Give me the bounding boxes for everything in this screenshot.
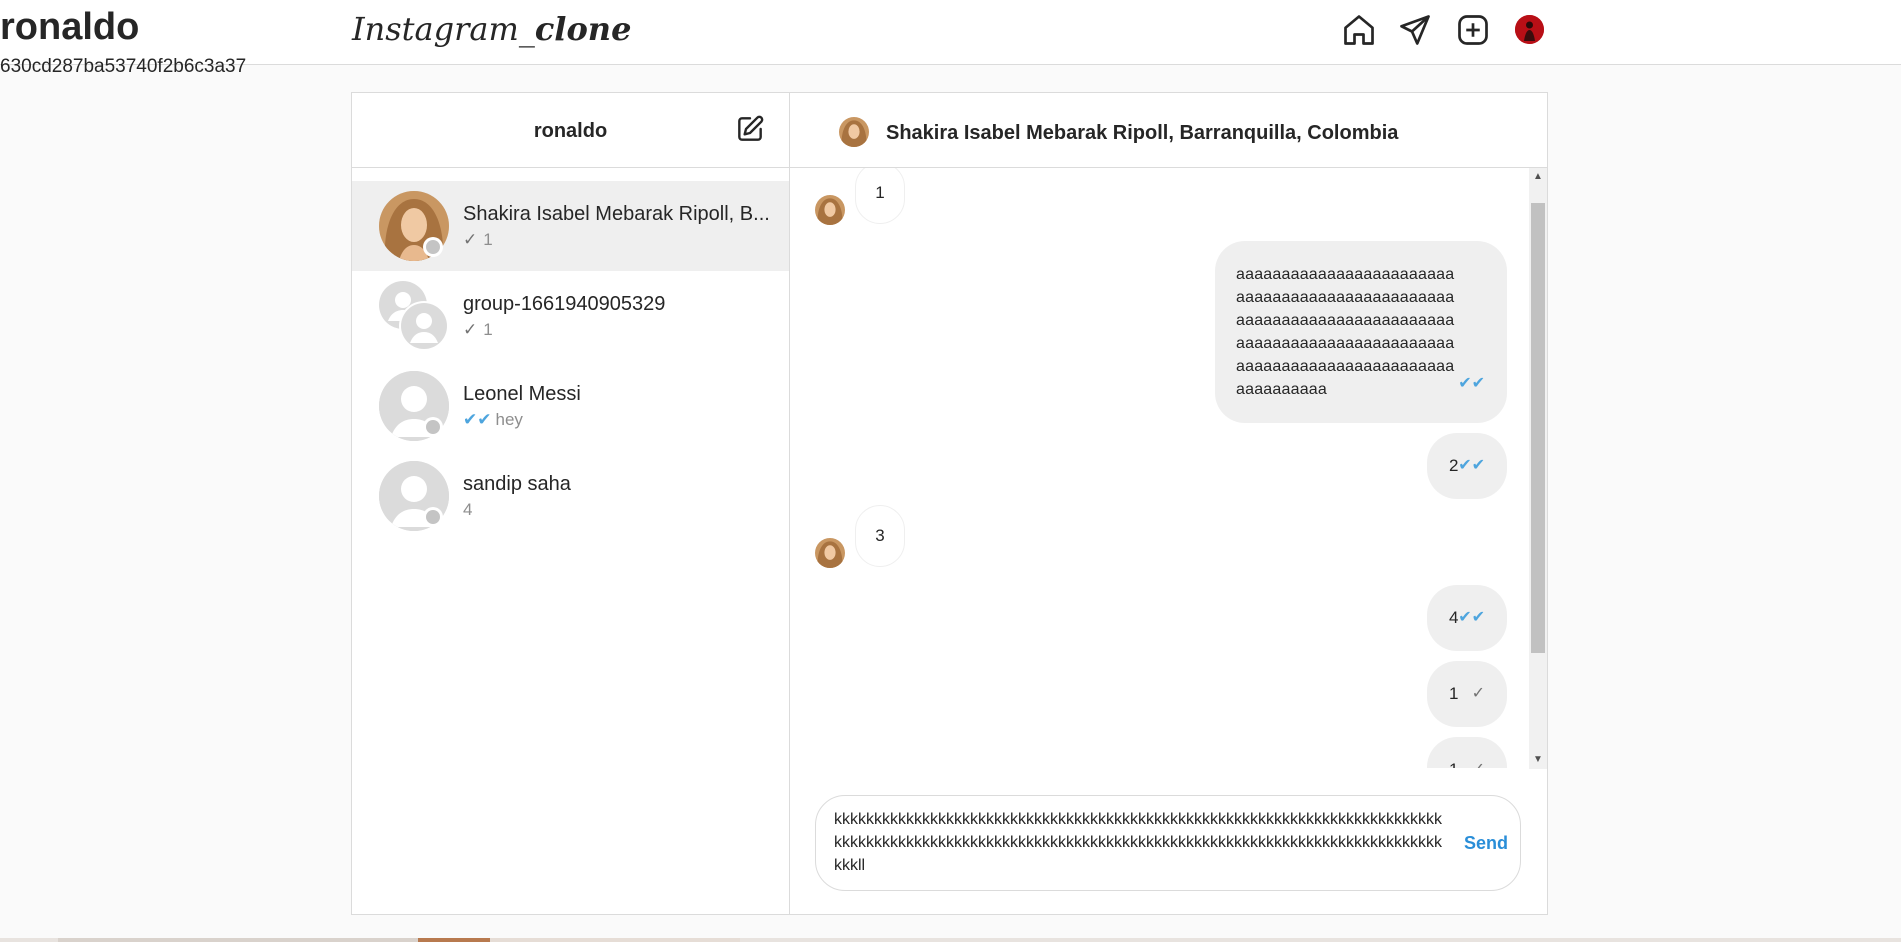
conversation-item-group[interactable]: group-1661940905329 ✓ 1	[352, 271, 789, 361]
inbox-title: ronaldo	[533, 120, 608, 142]
logo-main-text: Instagram	[352, 10, 519, 48]
message-input[interactable]: kkkkkkkkkkkkkkkkkkkkkkkkkkkkkkkkkkkkkkkk…	[834, 808, 1446, 880]
send-icon[interactable]	[1397, 12, 1433, 48]
app-logo[interactable]: Instagram_clone	[352, 8, 631, 50]
message-text: 1	[1449, 684, 1459, 703]
incoming-message[interactable]: 3	[855, 505, 905, 567]
read-check-icon: ✔✔	[463, 410, 492, 429]
sent-check-icon: ✓	[1471, 685, 1485, 702]
bottom-edge-strip	[0, 938, 1901, 942]
sent-check-icon: ✓	[1472, 737, 1485, 768]
scroll-up-arrow-icon[interactable]: ▲	[1529, 168, 1547, 186]
top-navigation-bar: ronaldo Instagram_clone	[0, 0, 1901, 65]
sender-avatar	[815, 195, 845, 225]
message-text: 4	[1449, 608, 1459, 627]
conversation-item-sandip[interactable]: sandip saha 4	[352, 451, 789, 541]
group-avatar	[379, 281, 449, 351]
outgoing-message[interactable]: 1 ✓	[1427, 737, 1507, 768]
logo-suffix-text: clone	[534, 10, 632, 48]
conversation-preview: 4	[463, 500, 473, 519]
edit-icon[interactable]	[734, 113, 766, 145]
message-text: 1	[1449, 760, 1458, 768]
sent-check-icon: ✓	[463, 230, 478, 249]
message-list: 1 aaaaaaaaaaaaaaaaaaaaaaaaaaaaaaaaaaaaaa…	[790, 168, 1529, 768]
add-post-icon[interactable]	[1455, 12, 1491, 48]
conversation-name: Leonel Messi	[463, 383, 581, 405]
message-list-scrollbar[interactable]: ▲ ▼	[1529, 168, 1547, 769]
current-user-id: 630cd287ba53740f2b6c3a37	[0, 56, 247, 77]
conversation-item-messi[interactable]: Leonel Messi ✔✔ hey	[352, 361, 789, 451]
sender-avatar	[815, 538, 845, 568]
conversation-preview: ✔✔ hey	[463, 410, 523, 429]
conversation-preview: ✓ 1	[463, 320, 493, 339]
message-text: aaaaaaaaaaaaaaaaaaaaaaaaaaaaaaaaaaaaaaaa…	[1236, 266, 1455, 398]
current-user-name: ronaldo	[0, 6, 140, 48]
conversation-name: group-1661940905329	[463, 293, 666, 315]
outgoing-message[interactable]: 2 ✔✔	[1427, 433, 1507, 499]
conversation-preview: ✓ 1	[463, 230, 493, 249]
conversation-item-shakira[interactable]: Shakira Isabel Mebarak Ripoll, B... ✓ 1	[352, 181, 789, 271]
home-icon[interactable]	[1341, 12, 1377, 48]
inbox-header: ronaldo	[352, 93, 789, 168]
read-check-icon: ✔✔	[1458, 609, 1485, 626]
conversation-name: Shakira Isabel Mebarak Ripoll, B...	[463, 203, 770, 225]
chat-avatar[interactable]	[839, 117, 869, 147]
online-status-indicator	[423, 417, 443, 437]
direct-messages-container: ronaldo Shakira Isabel Mebarak Ripoll, B…	[351, 92, 1548, 915]
chat-title[interactable]: Shakira Isabel Mebarak Ripoll, Barranqui…	[886, 121, 1398, 145]
scroll-down-arrow-icon[interactable]: ▼	[1529, 751, 1547, 769]
outgoing-message[interactable]: 4 ✔✔	[1427, 585, 1507, 651]
send-button[interactable]: Send	[1464, 832, 1508, 854]
online-status-indicator	[423, 507, 443, 527]
incoming-message[interactable]: 1	[855, 168, 905, 224]
online-status-indicator	[423, 237, 443, 257]
sent-check-icon: ✓	[463, 320, 478, 339]
conversation-list-panel: ronaldo Shakira Isabel Mebarak Ripoll, B…	[352, 93, 790, 914]
outgoing-message[interactable]: aaaaaaaaaaaaaaaaaaaaaaaaaaaaaaaaaaaaaaaa…	[1215, 241, 1507, 423]
outgoing-message[interactable]: 1 ✓	[1427, 661, 1507, 727]
chat-header: Shakira Isabel Mebarak Ripoll, Barranqui…	[790, 93, 1547, 168]
read-check-icon: ✔✔	[1458, 375, 1485, 392]
message-text: 2	[1449, 456, 1459, 475]
profile-avatar[interactable]	[1515, 15, 1544, 44]
conversation-name: sandip saha	[463, 473, 571, 495]
read-check-icon: ✔✔	[1458, 457, 1485, 474]
scrollbar-thumb[interactable]	[1531, 203, 1545, 653]
chat-panel: Shakira Isabel Mebarak Ripoll, Barranqui…	[790, 93, 1547, 914]
message-composer: kkkkkkkkkkkkkkkkkkkkkkkkkkkkkkkkkkkkkkkk…	[815, 795, 1521, 891]
